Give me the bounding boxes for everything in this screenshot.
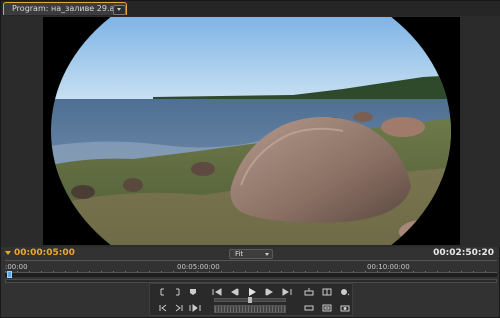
play-in-to-out-icon[interactable] xyxy=(188,302,202,314)
set-out-icon[interactable] xyxy=(170,286,184,298)
safe-margins-icon[interactable] xyxy=(320,302,334,314)
jog-wheel[interactable] xyxy=(214,305,286,313)
loop-icon[interactable] xyxy=(302,302,316,314)
dropdown-arrow-icon[interactable] xyxy=(113,5,126,15)
zoom-level-select[interactable]: Fit xyxy=(229,249,273,259)
marker-icon xyxy=(5,251,11,255)
output-icon[interactable] xyxy=(338,286,352,298)
go-to-in-icon[interactable] xyxy=(210,286,224,298)
shuttle-slider[interactable] xyxy=(214,297,286,303)
go-to-previous-edit-icon[interactable] xyxy=(156,302,170,314)
playhead-handle[interactable] xyxy=(7,271,12,278)
step-forward-icon[interactable] xyxy=(262,286,276,298)
video-image xyxy=(43,17,460,245)
go-to-next-edit-icon[interactable] xyxy=(172,302,186,314)
panel-tab-bar: Program: на_заливе 29.avi xyxy=(1,1,500,17)
video-frame xyxy=(43,17,460,245)
program-tab[interactable]: Program: на_заливе 29.avi xyxy=(3,2,127,15)
duration-timecode: 00:02:50:20 xyxy=(433,248,494,258)
time-ruler[interactable]: :00:00 00:05:00:00 00:10:00:00 xyxy=(5,262,497,279)
step-back-icon[interactable] xyxy=(228,286,242,298)
current-timecode[interactable]: 00:00:05:00 xyxy=(5,247,75,259)
play-icon[interactable] xyxy=(245,285,259,297)
export-frame-icon[interactable] xyxy=(338,302,352,314)
zoom-level-label: Fit xyxy=(235,250,244,258)
program-tab-label: Program: на_заливе 29.avi xyxy=(12,4,122,13)
go-to-out-icon[interactable] xyxy=(280,286,294,298)
transport-controls xyxy=(149,283,353,316)
ruler-track[interactable] xyxy=(5,272,497,277)
add-marker-icon[interactable] xyxy=(186,286,200,298)
extract-icon[interactable] xyxy=(320,286,334,298)
set-in-icon[interactable] xyxy=(156,286,170,298)
current-timecode-value: 00:00:05:00 xyxy=(14,248,75,258)
lift-icon[interactable] xyxy=(302,286,316,298)
divider xyxy=(5,260,497,261)
shuttle-knob[interactable] xyxy=(248,297,252,303)
chevron-down-icon xyxy=(265,253,269,256)
program-monitor-panel: Program: на_заливе 29.avi 00:00:05:00 Fi… xyxy=(0,0,500,318)
